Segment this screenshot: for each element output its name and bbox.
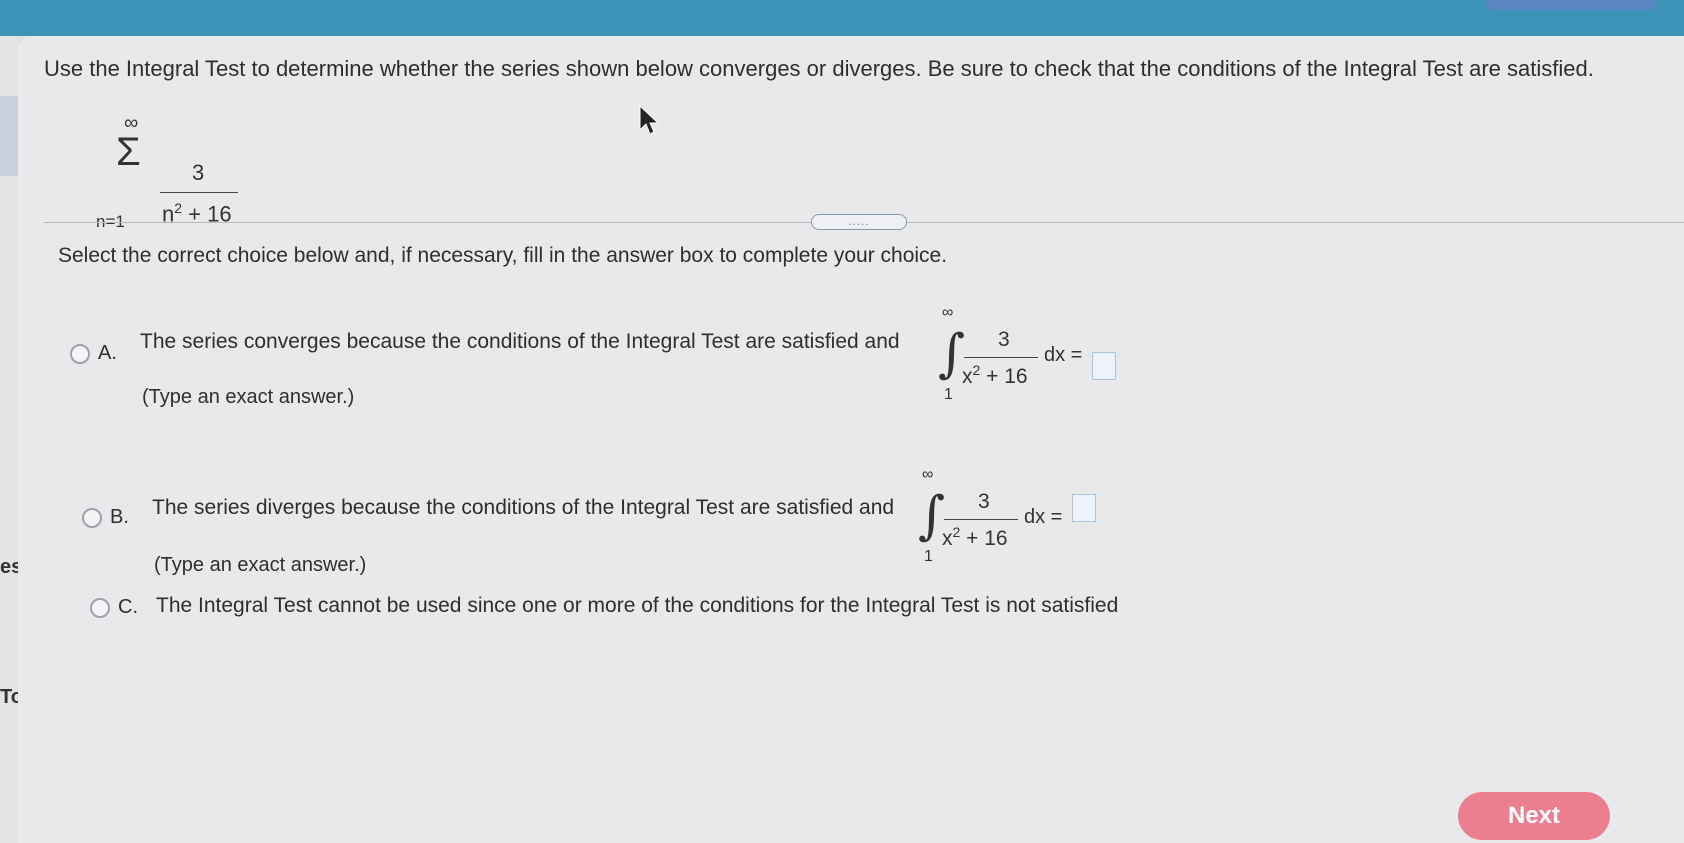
answer-box-option-a[interactable] xyxy=(1092,352,1116,380)
integral-upper-limit: ∞ xyxy=(942,304,954,321)
integral-denominator: x2 + 16 xyxy=(942,524,1008,551)
den-exponent: 2 xyxy=(174,200,183,216)
option-b-integral: ∞ ∫ 1 3 x2 + 16 dx = xyxy=(918,466,1118,576)
integral-lower-limit: 1 xyxy=(944,386,953,403)
radio-option-c[interactable] xyxy=(90,598,110,618)
option-b-text: The series diverges because the conditio… xyxy=(152,496,895,519)
sigma-symbol: Σ xyxy=(116,130,141,174)
den-base: x xyxy=(942,527,953,550)
question-text: Use the Integral Test to determine wheth… xyxy=(44,56,1594,81)
integral-dx: dx = xyxy=(1044,344,1083,366)
option-b-hint: (Type an exact answer.) xyxy=(154,554,367,576)
radio-option-b[interactable] xyxy=(82,508,102,528)
den-base: x xyxy=(962,365,973,388)
resize-handle[interactable]: ..... xyxy=(811,214,907,230)
integral-numerator: 3 xyxy=(978,490,990,513)
integral-numerator: 3 xyxy=(998,328,1010,351)
left-rail xyxy=(0,36,22,843)
fraction-bar xyxy=(944,519,1018,520)
question-panel: Use the Integral Test to determine wheth… xyxy=(18,36,1684,843)
instruction-text: Select the correct choice below and, if … xyxy=(58,244,948,267)
integral-denominator: x2 + 16 xyxy=(962,362,1028,389)
series-denominator: n2 + 16 xyxy=(162,200,232,227)
option-a-hint: (Type an exact answer.) xyxy=(142,386,355,408)
option-b-letter: B. xyxy=(110,506,129,528)
fraction-bar xyxy=(160,192,238,193)
option-a-letter: A. xyxy=(98,342,117,364)
integral-dx: dx = xyxy=(1024,506,1063,528)
option-c-text: The Integral Test cannot be used since o… xyxy=(156,594,1119,617)
radio-option-a[interactable] xyxy=(70,344,90,364)
answer-box-option-b[interactable] xyxy=(1072,494,1096,522)
next-button[interactable]: Next xyxy=(1458,792,1610,840)
series-numerator: 3 xyxy=(192,160,205,185)
option-a-text: The series converges because the conditi… xyxy=(140,330,900,353)
option-c-letter: C. xyxy=(118,596,138,618)
den-rest: + 16 xyxy=(960,527,1008,550)
den-rest: + 16 xyxy=(980,365,1028,388)
top-bar-pill[interactable] xyxy=(1486,0,1656,10)
top-bar xyxy=(0,0,1684,36)
integral-lower-limit: 1 xyxy=(924,548,933,565)
integral-upper-limit: ∞ xyxy=(922,466,934,483)
screen: es Tools Use the Integral Test to determ… xyxy=(0,0,1684,843)
fraction-bar xyxy=(964,357,1038,358)
series-expression: ∞ Σ n=1 3 n2 + 16 xyxy=(96,112,296,232)
